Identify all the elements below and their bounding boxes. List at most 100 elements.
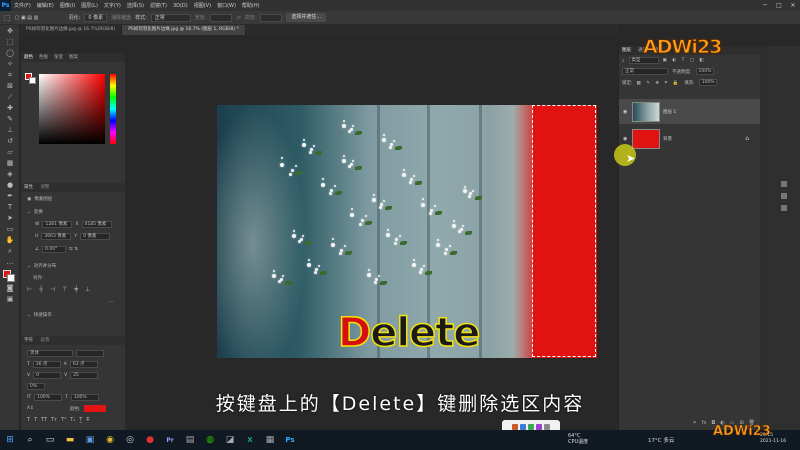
menu-filter[interactable]: 滤镜(T) bbox=[147, 2, 170, 9]
hue-slider[interactable] bbox=[110, 74, 116, 144]
marquee-tool-icon[interactable]: ⬚ bbox=[3, 37, 17, 47]
tab-properties[interactable]: 属性 bbox=[24, 185, 33, 190]
menu-edit[interactable]: 编辑(E) bbox=[34, 2, 57, 9]
healing-tool-icon[interactable]: ✚ bbox=[3, 103, 17, 113]
file-explorer-icon[interactable]: ▬ bbox=[60, 430, 80, 450]
document-canvas[interactable]: Delete bbox=[217, 105, 597, 358]
fill-field[interactable]: 100% bbox=[698, 79, 717, 86]
dock-icon[interactable] bbox=[781, 205, 787, 211]
menu-help[interactable]: 帮助(H) bbox=[239, 2, 263, 9]
angle-field[interactable]: 0.00° bbox=[42, 246, 67, 253]
zoom-tool-icon[interactable]: ⌕ bbox=[3, 246, 17, 256]
background-swatch[interactable] bbox=[7, 274, 15, 282]
flip-icons[interactable]: ⇆ ⇅ bbox=[69, 247, 78, 252]
selection-marquee[interactable] bbox=[532, 105, 596, 357]
tab-document-2[interactable]: PS如何羽化图片边缘.jpg @ 16.7% (图层 1, RGB/8) * bbox=[122, 25, 246, 35]
align-top-icon[interactable]: ⊤ bbox=[62, 286, 67, 293]
menu-3d[interactable]: 3D(D) bbox=[170, 3, 191, 9]
wechat-icon[interactable]: ◍ bbox=[200, 430, 220, 450]
superscript-icon[interactable]: T¹ bbox=[61, 417, 66, 423]
menu-select[interactable]: 选择(S) bbox=[124, 2, 147, 9]
screen-mode-icon[interactable]: ▣ bbox=[3, 294, 17, 304]
blur-tool-icon[interactable]: ◈ bbox=[3, 169, 17, 179]
chrome-icon[interactable]: ◉ bbox=[100, 430, 120, 450]
weather[interactable]: 17°C 多云 bbox=[648, 436, 674, 444]
pen-tool-icon[interactable]: ✒ bbox=[3, 191, 17, 201]
dock-icon[interactable] bbox=[781, 181, 787, 187]
tracking-field[interactable]: 25 bbox=[70, 372, 99, 379]
layer-row[interactable]: ◉ 背景 ⌂ bbox=[619, 126, 761, 151]
app-icon[interactable]: ▤ bbox=[180, 430, 200, 450]
excel-icon[interactable]: X bbox=[240, 430, 260, 450]
small-caps-icon[interactable]: Tт bbox=[51, 417, 57, 423]
fx-icon[interactable]: fx bbox=[702, 420, 707, 430]
height-field[interactable]: 3663 像素 bbox=[41, 233, 72, 240]
link-layers-icon[interactable]: ⚭ bbox=[692, 420, 696, 430]
opacity-field[interactable]: 100% bbox=[695, 68, 714, 75]
align-left-icon[interactable]: ⊢ bbox=[27, 286, 32, 293]
eyedropper-tool-icon[interactable]: ⟋ bbox=[3, 92, 17, 102]
faux-bold-icon[interactable]: T bbox=[27, 417, 30, 423]
color-field[interactable] bbox=[39, 74, 105, 144]
panel-background-swatch[interactable] bbox=[29, 77, 36, 84]
recorder-icon[interactable]: ● bbox=[140, 430, 160, 450]
task-view-icon[interactable]: ▭ bbox=[40, 430, 60, 450]
history-brush-tool-icon[interactable]: ↺ bbox=[3, 136, 17, 146]
marquee-tool-icon[interactable]: ⬚ bbox=[4, 13, 11, 23]
align-right-icon[interactable]: ⊣ bbox=[50, 286, 55, 293]
kerning-field[interactable]: 0 bbox=[33, 372, 62, 379]
menu-image[interactable]: 图像(I) bbox=[57, 2, 78, 9]
menu-type[interactable]: 文字(Y) bbox=[101, 2, 124, 9]
filter-icons[interactable]: ▣ ◐ T ▢ ◧ bbox=[663, 58, 706, 63]
layers-scrollbar[interactable] bbox=[760, 46, 768, 430]
menu-view[interactable]: 视图(V) bbox=[191, 2, 214, 9]
brush-tool-icon[interactable]: ✎ bbox=[3, 114, 17, 124]
windows-start-icon[interactable]: ⊞ bbox=[0, 430, 20, 450]
app-icon[interactable]: ◎ bbox=[120, 430, 140, 450]
font-style-select[interactable] bbox=[76, 350, 104, 357]
eye-icon[interactable]: ◉ bbox=[623, 109, 629, 115]
widget-icon[interactable] bbox=[512, 423, 518, 430]
eye-icon[interactable]: ◉ bbox=[623, 136, 629, 142]
antialias-checkbox[interactable]: 消除锯齿 bbox=[111, 14, 131, 21]
search-icon[interactable]: ⌕ bbox=[20, 430, 40, 450]
x-field[interactable]: 4185 像素 bbox=[81, 221, 112, 228]
tab-adjustments[interactable]: 调整 bbox=[40, 185, 49, 190]
frame-tool-icon[interactable]: ⊠ bbox=[3, 81, 17, 91]
close-button[interactable]: ✕ bbox=[786, 0, 800, 11]
leading-field[interactable]: 63 点 bbox=[69, 361, 98, 368]
tab-document-1[interactable]: PS如何羽化图片边缘.jpg @ 16.7%(RGB/8) bbox=[20, 25, 123, 35]
style-select[interactable]: 正常 bbox=[150, 13, 191, 22]
color-swatches[interactable] bbox=[0, 268, 19, 282]
menu-file[interactable]: 文件(F) bbox=[11, 2, 34, 9]
strikethrough-icon[interactable]: T̶ bbox=[86, 417, 89, 423]
more-options-icon[interactable]: ··· bbox=[109, 300, 113, 305]
underline-icon[interactable]: T̲ bbox=[79, 417, 82, 423]
app-icon[interactable]: ◪ bbox=[220, 430, 240, 450]
minimize-button[interactable]: ─ bbox=[758, 0, 772, 11]
maximize-button[interactable]: □ bbox=[772, 0, 786, 11]
align-bottom-icon[interactable]: ⊥ bbox=[85, 286, 90, 293]
align-hcenter-icon[interactable]: ┼ bbox=[39, 286, 43, 293]
hand-tool-icon[interactable]: ✋ bbox=[3, 235, 17, 245]
select-and-mask-button[interactable]: 选择并遮住... bbox=[286, 13, 327, 22]
menu-window[interactable]: 窗口(W) bbox=[214, 2, 239, 9]
all-caps-icon[interactable]: TT bbox=[41, 417, 47, 423]
tab-patterns[interactable]: 图案 bbox=[69, 53, 78, 62]
type-tool-icon[interactable]: T bbox=[3, 202, 17, 212]
blend-mode-select[interactable]: 正常 bbox=[622, 68, 668, 75]
stamp-tool-icon[interactable]: ⊥ bbox=[3, 125, 17, 135]
layer-row[interactable]: ◉ 图层 1 bbox=[619, 99, 761, 124]
more-tools-icon[interactable]: … bbox=[3, 257, 17, 267]
feather-input[interactable]: 0 像素 bbox=[84, 13, 108, 22]
widget-icon[interactable] bbox=[528, 423, 534, 430]
app-icon[interactable]: ▦ bbox=[260, 430, 280, 450]
magic-wand-tool-icon[interactable]: ✧ bbox=[3, 59, 17, 69]
widget-icon[interactable] bbox=[536, 423, 542, 430]
lasso-tool-icon[interactable]: ◯ bbox=[3, 48, 17, 58]
move-tool-icon[interactable]: ✥ bbox=[3, 26, 17, 36]
photoshop-taskbar-icon[interactable]: Ps bbox=[280, 430, 300, 450]
width-input[interactable] bbox=[210, 13, 233, 22]
lock-icons[interactable]: ▦ ✎ ✥ ⌗ 🔒 bbox=[637, 80, 681, 86]
premiere-icon[interactable]: Pr bbox=[160, 430, 180, 450]
